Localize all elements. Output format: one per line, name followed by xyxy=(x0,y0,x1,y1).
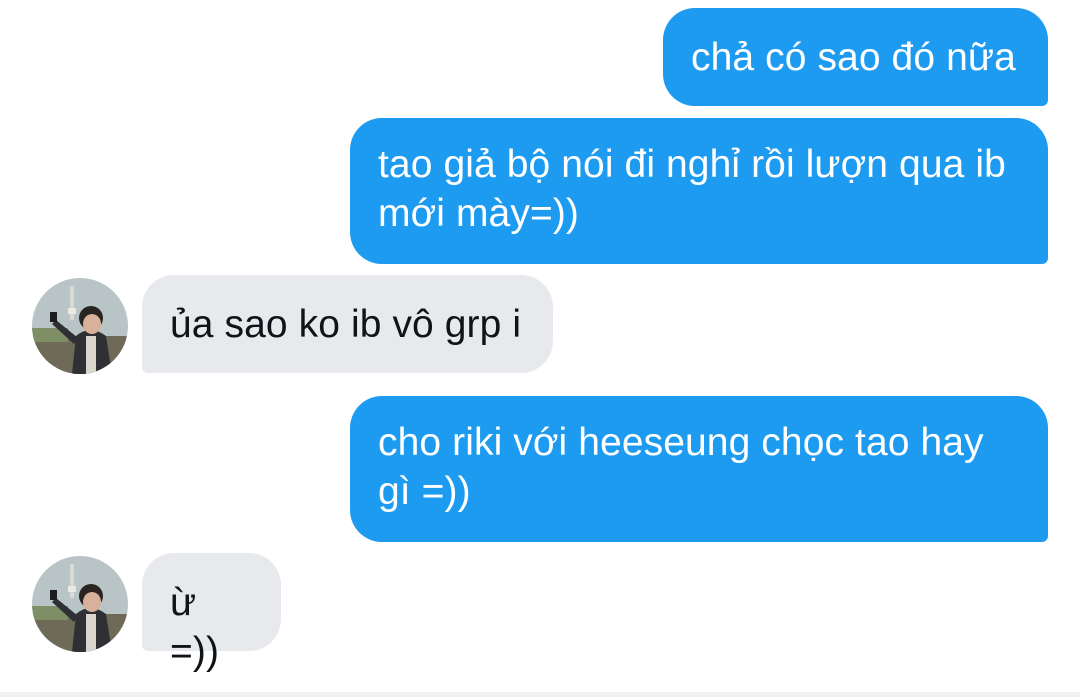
message-thread: chả có sao đó nữa tao giả bộ nói đi nghỉ… xyxy=(0,0,1080,697)
incoming-message-bubble[interactable]: ừ =)) xyxy=(142,553,281,673)
message-text: tao giả bộ nói đi nghỉ rồi lượn qua ib m… xyxy=(378,143,1017,235)
incoming-message-bubble[interactable]: ủa sao ko ib vô grp i xyxy=(142,275,553,373)
outgoing-message-bubble[interactable]: chả có sao đó nữa xyxy=(663,8,1048,106)
contact-avatar[interactable] xyxy=(32,278,128,374)
message-text: chả có sao đó nữa xyxy=(691,36,1016,79)
outgoing-message-bubble[interactable]: tao giả bộ nói đi nghỉ rồi lượn qua ib m… xyxy=(350,118,1048,264)
outgoing-message-bubble[interactable]: cho riki với heeseung chọc tao hay gì =)… xyxy=(350,396,1048,542)
message-text: cho riki với heeseung chọc tao hay gì =)… xyxy=(378,421,995,513)
user-photo-icon xyxy=(32,278,128,374)
user-photo-icon xyxy=(32,556,128,652)
composer-divider xyxy=(0,692,1080,697)
contact-avatar[interactable] xyxy=(32,556,128,652)
message-text: ủa sao ko ib vô grp i xyxy=(170,303,522,346)
message-text: ừ =)) xyxy=(170,581,220,673)
